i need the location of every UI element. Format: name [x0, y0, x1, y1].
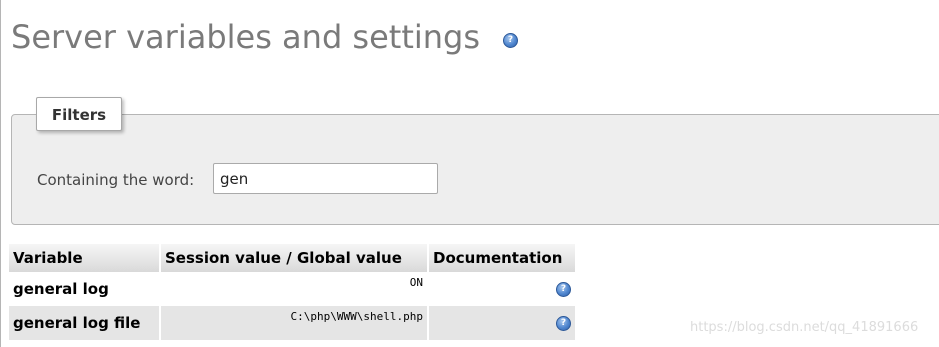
- left-border: [0, 0, 1, 347]
- page-title-text: Server variables and settings: [11, 18, 481, 56]
- filters-legend: Filters: [36, 97, 122, 131]
- filter-input[interactable]: [213, 163, 438, 194]
- page-title: Server variables and settings: [11, 17, 480, 57]
- variable-name: general log file: [9, 306, 161, 340]
- help-icon[interactable]: ?: [556, 282, 571, 297]
- variable-value: C:\php\WWW\shell.php: [161, 306, 429, 340]
- table-row: general log ON ?: [9, 272, 575, 306]
- help-icon[interactable]: ?: [503, 33, 518, 48]
- column-header-value[interactable]: Session value / Global value: [161, 244, 429, 272]
- watermark: https://blog.csdn.net/qq_41891666: [690, 320, 919, 335]
- help-icon[interactable]: ?: [556, 316, 571, 331]
- filters-fieldset: [11, 114, 939, 225]
- column-header-documentation[interactable]: Documentation: [429, 244, 575, 272]
- variable-value: ON: [161, 272, 429, 306]
- variable-name: general log: [9, 272, 161, 306]
- column-header-variable[interactable]: Variable: [9, 244, 161, 272]
- variables-table: Variable Session value / Global value Do…: [9, 244, 575, 340]
- documentation-cell: ?: [429, 272, 575, 306]
- table-header-row: Variable Session value / Global value Do…: [9, 244, 575, 272]
- documentation-cell: ?: [429, 306, 575, 340]
- table-row: general log file C:\php\WWW\shell.php ?: [9, 306, 575, 340]
- filter-label: Containing the word:: [37, 171, 195, 189]
